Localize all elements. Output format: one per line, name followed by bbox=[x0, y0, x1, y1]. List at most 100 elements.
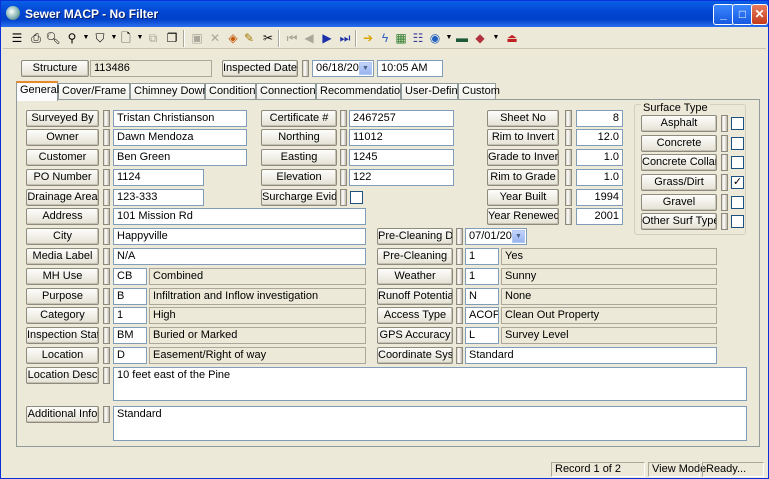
field-handle[interactable] bbox=[340, 189, 347, 206]
field-handle[interactable] bbox=[456, 228, 463, 245]
exit-icon[interactable]: ⏏ bbox=[504, 30, 520, 46]
elevation-field[interactable]: 122 bbox=[349, 169, 454, 186]
last-record-icon[interactable]: ⏭ bbox=[337, 30, 353, 46]
additional-info-textarea[interactable]: Standard bbox=[113, 406, 747, 441]
field-handle[interactable] bbox=[565, 149, 572, 166]
grass-dirt-checkbox[interactable]: ✓ bbox=[731, 176, 744, 189]
additional-info-button[interactable]: Additional Info bbox=[26, 406, 99, 423]
inspection-status-code-field[interactable]: BM bbox=[113, 327, 147, 344]
sheet-no-field[interactable]: 8 bbox=[576, 110, 623, 127]
delete-icon[interactable]: ✕ bbox=[207, 30, 223, 46]
field-handle[interactable] bbox=[103, 288, 110, 305]
field-handle[interactable] bbox=[103, 208, 110, 225]
access-type-code-field[interactable]: ACOP bbox=[465, 307, 499, 324]
location-desc-button[interactable]: Location Desc bbox=[26, 367, 99, 384]
easting-field[interactable]: 1245 bbox=[349, 149, 454, 166]
field-handle[interactable] bbox=[103, 228, 110, 245]
field-handle[interactable] bbox=[456, 268, 463, 285]
copy-icon[interactable]: ⧉ bbox=[145, 30, 161, 46]
concrete-collar-checkbox[interactable] bbox=[731, 156, 744, 169]
easting-button[interactable]: Easting bbox=[261, 149, 337, 166]
media-label-field[interactable]: N/A bbox=[113, 248, 366, 265]
tab-cover-frame[interactable]: Cover/Frame bbox=[58, 83, 130, 100]
year-built-button[interactable]: Year Built bbox=[487, 189, 559, 206]
structure-button[interactable]: Structure bbox=[21, 60, 89, 77]
rim-to-invert-field[interactable]: 12.0 bbox=[576, 129, 623, 146]
field-handle[interactable] bbox=[103, 169, 110, 186]
runoff-potential-button[interactable]: Runoff Potential bbox=[377, 288, 453, 305]
certificate-field[interactable]: 2467257 bbox=[349, 110, 454, 127]
year-renewed-field[interactable]: 2001 bbox=[576, 208, 623, 225]
field-handle[interactable] bbox=[721, 174, 728, 191]
surcharge-evid-button[interactable]: Surcharge Evid bbox=[261, 189, 337, 206]
purpose-code-field[interactable]: B bbox=[113, 288, 147, 305]
field-handle[interactable] bbox=[721, 154, 728, 171]
asphalt-checkbox[interactable] bbox=[731, 117, 744, 130]
northing-button[interactable]: Northing bbox=[261, 129, 337, 146]
field-handle[interactable] bbox=[103, 406, 110, 423]
field-handle[interactable] bbox=[103, 149, 110, 166]
gravel-checkbox[interactable] bbox=[731, 196, 744, 209]
year-built-field[interactable]: 1994 bbox=[576, 189, 623, 206]
purpose-button[interactable]: Purpose bbox=[26, 288, 99, 305]
surveyed-by-field[interactable]: Tristan Christianson bbox=[113, 110, 247, 127]
gps-accuracy-code-field[interactable]: L bbox=[465, 327, 499, 344]
tools-icon[interactable]: ◈ bbox=[225, 30, 241, 46]
network-icon[interactable]: ☷ bbox=[410, 30, 426, 46]
surveyed-by-button[interactable]: Surveyed By bbox=[26, 110, 99, 127]
field-handle[interactable] bbox=[103, 347, 110, 364]
city-button[interactable]: City bbox=[26, 228, 99, 245]
sheet-no-button[interactable]: Sheet No bbox=[487, 110, 559, 127]
northing-field[interactable]: 11012 bbox=[349, 129, 454, 146]
field-handle[interactable] bbox=[103, 189, 110, 206]
runoff-code-field[interactable]: N bbox=[465, 288, 499, 305]
field-handle[interactable] bbox=[103, 248, 110, 265]
field-handle[interactable] bbox=[456, 248, 463, 265]
drainage-area-button[interactable]: Drainage Area bbox=[26, 189, 99, 206]
grade-to-invert-button[interactable]: Grade to Invert bbox=[487, 149, 559, 166]
tab-condition[interactable]: Condition bbox=[205, 83, 256, 100]
city-field[interactable]: Happyville bbox=[113, 228, 366, 245]
year-renewed-button[interactable]: Year Renewed bbox=[487, 208, 559, 225]
field-handle[interactable] bbox=[456, 288, 463, 305]
certificate-button[interactable]: Certificate # bbox=[261, 110, 337, 127]
duplicate-icon[interactable]: ❐ bbox=[164, 30, 180, 46]
location-button[interactable]: Location bbox=[26, 347, 99, 364]
inspected-date-button[interactable]: Inspected Date bbox=[222, 60, 298, 77]
customer-button[interactable]: Customer bbox=[26, 149, 99, 166]
field-handle[interactable] bbox=[103, 307, 110, 324]
mh-use-code-field[interactable]: CB bbox=[113, 268, 147, 285]
edit-pencil-icon[interactable]: ✎ bbox=[241, 30, 257, 46]
location-code-field[interactable]: D bbox=[113, 347, 147, 364]
tab-user-defined[interactable]: User-Defined bbox=[401, 83, 470, 100]
minimize-button[interactable]: _ bbox=[713, 4, 734, 25]
field-handle[interactable] bbox=[565, 110, 572, 127]
chevron-down-icon[interactable]: ▼ bbox=[512, 230, 525, 243]
field-handle[interactable] bbox=[565, 169, 572, 186]
gps-accuracy-button[interactable]: GPS Accuracy bbox=[377, 327, 453, 344]
field-handle[interactable] bbox=[340, 129, 347, 146]
pre-cleaning-code-field[interactable]: 1 bbox=[465, 248, 499, 265]
address-button[interactable]: Address bbox=[26, 208, 99, 225]
lightning-icon[interactable]: ϟ bbox=[377, 30, 393, 46]
field-handle[interactable] bbox=[721, 135, 728, 152]
field-handle[interactable] bbox=[721, 115, 728, 132]
surcharge-evid-checkbox[interactable] bbox=[350, 191, 363, 204]
save-icon[interactable]: ▣ bbox=[189, 30, 205, 46]
address-field[interactable]: 101 Mission Rd bbox=[113, 208, 366, 225]
pre-cleaning-button[interactable]: Pre-Cleaning bbox=[377, 248, 453, 265]
rim-to-grade-button[interactable]: Rim to Grade bbox=[487, 169, 559, 186]
owner-button[interactable]: Owner bbox=[26, 129, 99, 146]
access-type-button[interactable]: Access Type bbox=[377, 307, 453, 324]
coordinate-system-field[interactable]: Standard bbox=[465, 347, 717, 364]
field-handle[interactable] bbox=[565, 129, 572, 146]
preview-icon[interactable]: 🔍︎ bbox=[45, 30, 61, 46]
concrete-button[interactable]: Concrete bbox=[641, 135, 717, 152]
concrete-collar-button[interactable]: Concrete Collar bbox=[641, 154, 717, 171]
po-number-field[interactable]: 1124 bbox=[113, 169, 204, 186]
chevron-down-icon[interactable]: ▼ bbox=[359, 62, 372, 75]
owner-field[interactable]: Dawn Mendoza bbox=[113, 129, 247, 146]
coordinate-system-button[interactable]: Coordinate System bbox=[377, 347, 453, 364]
drainage-area-field[interactable]: 123-333 bbox=[113, 189, 204, 206]
field-handle[interactable] bbox=[456, 307, 463, 324]
